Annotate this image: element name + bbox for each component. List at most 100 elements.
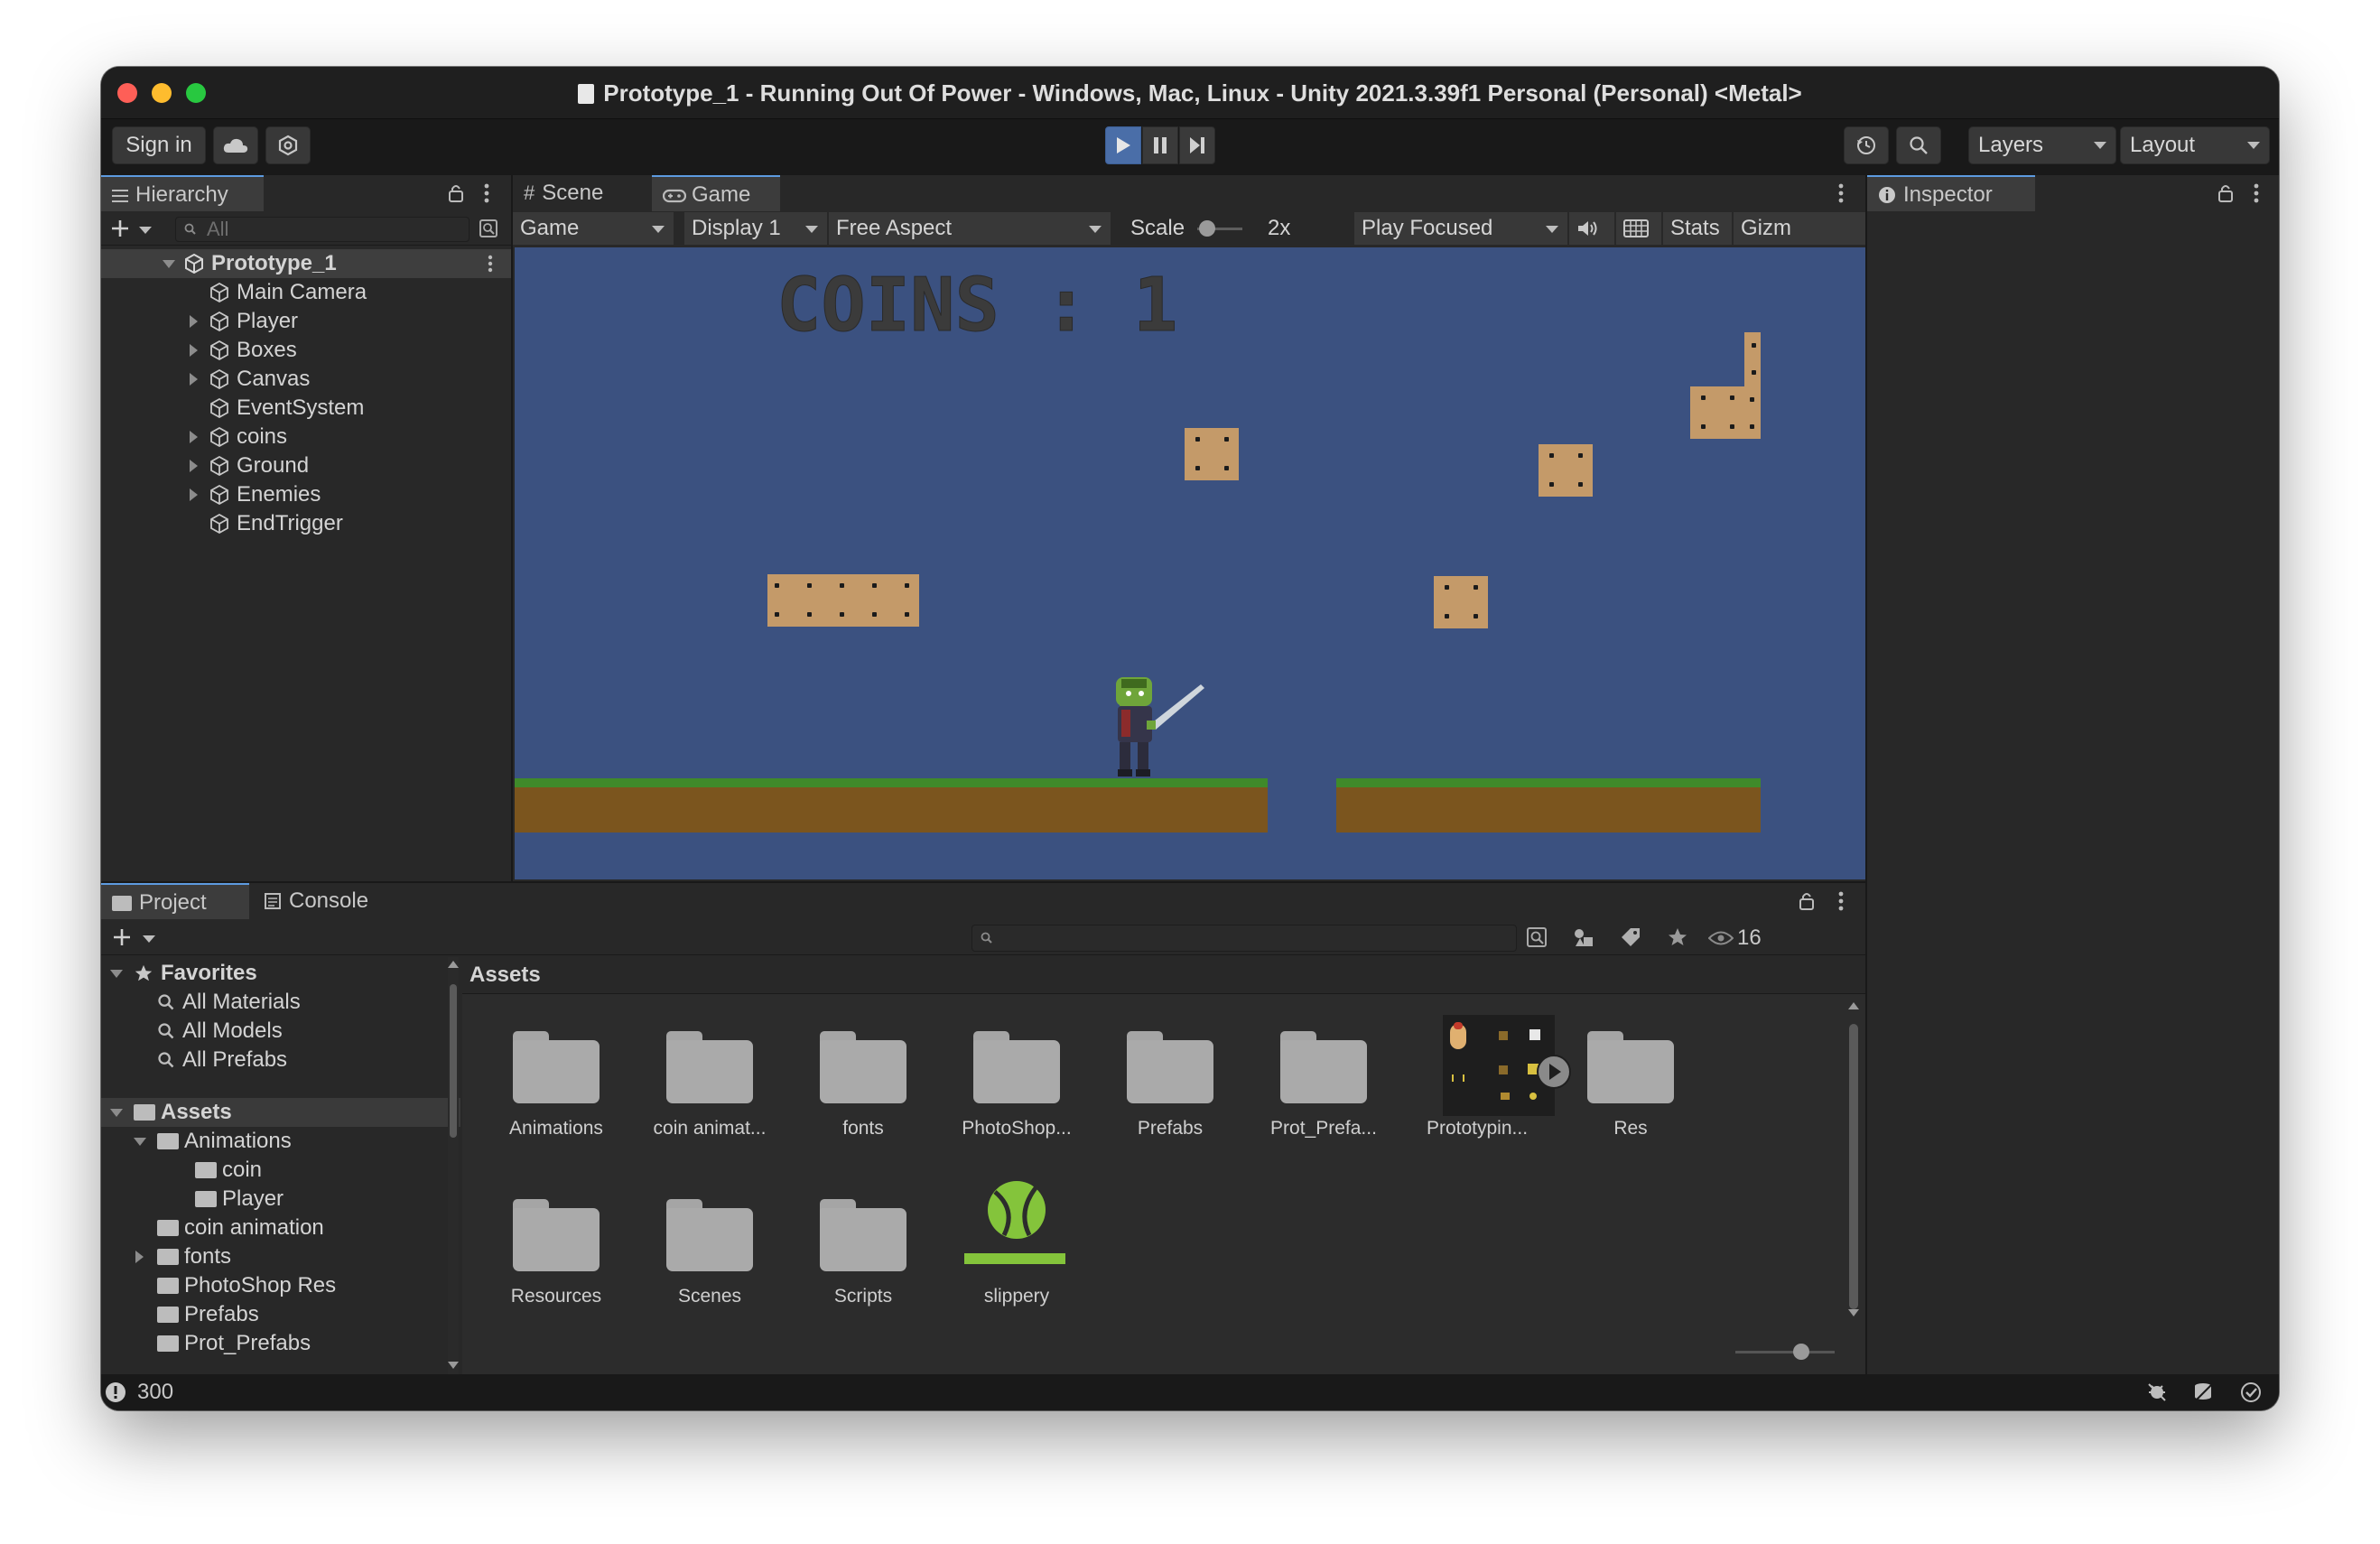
asset-item[interactable]: Res — [1558, 995, 1703, 1158]
icon-size-handle[interactable] — [1793, 1344, 1809, 1360]
assets-root-row[interactable]: Assets — [101, 1098, 460, 1127]
tab-game[interactable]: Game — [652, 175, 780, 211]
favorite-item[interactable]: All Prefabs — [101, 1046, 444, 1074]
expand-arrow-icon[interactable] — [190, 344, 198, 357]
asset-item[interactable]: Scripts — [791, 1163, 935, 1325]
hierarchy-search-input[interactable]: All — [175, 217, 469, 242]
hierarchy-item[interactable]: Canvas — [101, 365, 511, 394]
display-dropdown[interactable]: Display 1 — [684, 212, 827, 245]
layout-dropdown[interactable]: Layout — [2120, 126, 2270, 164]
lock-icon[interactable] — [1799, 891, 1815, 911]
tree-folder-item[interactable]: Player — [101, 1185, 444, 1214]
asset-item[interactable]: Scenes — [637, 1163, 782, 1325]
play-focused-dropdown[interactable]: Play Focused — [1354, 212, 1567, 245]
grid-scrollbar[interactable] — [1847, 999, 1860, 1324]
kebab-menu-icon[interactable] — [488, 255, 493, 273]
tab-inspector[interactable]: Inspector — [1867, 175, 2035, 211]
create-add-button[interactable] — [110, 215, 155, 242]
hidden-packages-toggle[interactable]: 16 — [1701, 925, 1764, 952]
hierarchy-item[interactable]: EventSystem — [101, 394, 511, 423]
asset-item[interactable]: Prefabs — [1098, 995, 1242, 1158]
tree-scrollbar[interactable] — [448, 957, 459, 1374]
aspect-dropdown[interactable]: Free Aspect — [829, 212, 1111, 245]
cache-server-icon[interactable] — [2192, 1381, 2216, 1404]
stats-button[interactable]: Stats — [1663, 212, 1732, 245]
expand-arrow-icon[interactable] — [190, 460, 198, 472]
scroll-up-icon[interactable] — [1848, 1002, 1859, 1009]
step-button[interactable] — [1179, 126, 1215, 164]
debug-off-icon[interactable] — [2145, 1381, 2169, 1404]
hierarchy-item[interactable]: coins — [101, 423, 511, 451]
mute-audio-button[interactable] — [1569, 212, 1614, 245]
asset-item[interactable]: fonts — [791, 995, 935, 1158]
expand-arrow-icon[interactable] — [135, 1251, 144, 1263]
sign-in-button[interactable]: Sign in — [112, 126, 206, 164]
cloud-button[interactable] — [213, 126, 258, 164]
kebab-menu-icon[interactable] — [484, 183, 489, 203]
expand-arrow-icon[interactable] — [190, 373, 198, 386]
expand-arrow-icon[interactable] — [134, 1138, 146, 1146]
search-scene-icon[interactable] — [479, 219, 498, 238]
tree-folder-item[interactable]: coin animation — [101, 1214, 444, 1242]
lock-icon[interactable] — [2217, 183, 2234, 203]
hierarchy-item[interactable]: Enemies — [101, 480, 511, 509]
play-button[interactable] — [1105, 126, 1141, 164]
tree-folder-item[interactable]: Prefabs — [101, 1300, 444, 1329]
tab-console[interactable]: Console — [253, 883, 401, 919]
expand-arrow-icon[interactable] — [190, 488, 198, 501]
search-button[interactable] — [1896, 126, 1941, 164]
hierarchy-item[interactable]: Player — [101, 307, 511, 336]
scene-root-row[interactable]: Prototype_1 — [101, 249, 511, 278]
tab-scene[interactable]: # Scene — [513, 175, 650, 211]
asset-item[interactable]: slippery — [944, 1163, 1089, 1325]
favorite-item[interactable]: All Models — [101, 1017, 444, 1046]
create-asset-button[interactable] — [112, 925, 159, 950]
check-circle-icon[interactable] — [2239, 1381, 2263, 1404]
asset-item[interactable]: Animations — [484, 995, 628, 1158]
game-canvas[interactable]: COINS : 1 — [515, 247, 1761, 879]
asset-item[interactable]: PhotoShop... — [944, 995, 1089, 1158]
icon-size-slider[interactable] — [1735, 1335, 1835, 1371]
asset-item[interactable]: Prototypin... — [1405, 995, 1571, 1158]
hierarchy-item[interactable]: EndTrigger — [101, 509, 511, 538]
grid-scrollbar-thumb[interactable] — [1849, 1024, 1858, 1309]
scroll-up-icon[interactable] — [448, 961, 459, 968]
tree-folder-item[interactable]: coin — [101, 1156, 444, 1185]
favorites-header[interactable]: Favorites — [101, 959, 460, 988]
services-button[interactable] — [265, 126, 311, 164]
kebab-menu-icon[interactable] — [1838, 183, 1844, 203]
tree-folder-item[interactable]: Animations — [101, 1127, 444, 1156]
hierarchy-item[interactable]: Main Camera — [101, 278, 511, 307]
pause-button[interactable] — [1142, 126, 1178, 164]
tab-project[interactable]: Project — [101, 883, 249, 919]
game-mode-dropdown[interactable]: Game — [513, 212, 674, 245]
scale-slider-handle[interactable] — [1199, 220, 1215, 237]
tree-folder-item[interactable]: PhotoShop Res — [101, 1271, 444, 1300]
gizmos-button[interactable]: Gizm — [1734, 212, 1865, 245]
undo-history-button[interactable] — [1844, 126, 1889, 164]
asset-item[interactable]: Prot_Prefa... — [1251, 995, 1396, 1158]
tree-folder-item[interactable]: Prot_Prefabs — [101, 1329, 444, 1358]
search-scene-icon[interactable] — [1526, 926, 1548, 948]
hierarchy-item[interactable]: Boxes — [101, 336, 511, 365]
breadcrumb[interactable]: Assets — [469, 957, 541, 993]
kebab-menu-icon[interactable] — [1838, 891, 1844, 911]
favorite-item[interactable]: All Materials — [101, 988, 444, 1017]
asset-item[interactable]: coin animat... — [637, 995, 782, 1158]
scroll-down-icon[interactable] — [1848, 1309, 1859, 1316]
hierarchy-item[interactable]: Ground — [101, 451, 511, 480]
asset-item[interactable]: Resources — [484, 1163, 628, 1325]
keyboard-shortcuts-button[interactable] — [1616, 212, 1661, 245]
star-icon[interactable] — [1667, 926, 1688, 948]
filter-by-type-icon[interactable] — [1573, 926, 1594, 948]
tree-scrollbar-thumb[interactable] — [450, 984, 457, 1138]
expand-arrow-icon[interactable] — [190, 431, 198, 443]
kebab-menu-icon[interactable] — [2254, 183, 2259, 203]
layers-dropdown[interactable]: Layers — [1968, 126, 2116, 164]
expand-arrow-icon[interactable] — [190, 315, 198, 328]
tab-hierarchy[interactable]: Hierarchy — [101, 175, 264, 211]
filter-by-label-icon[interactable] — [1620, 926, 1641, 948]
scroll-down-icon[interactable] — [448, 1362, 459, 1369]
project-search-input[interactable] — [972, 925, 1517, 952]
tree-folder-item[interactable]: fonts — [101, 1242, 444, 1271]
